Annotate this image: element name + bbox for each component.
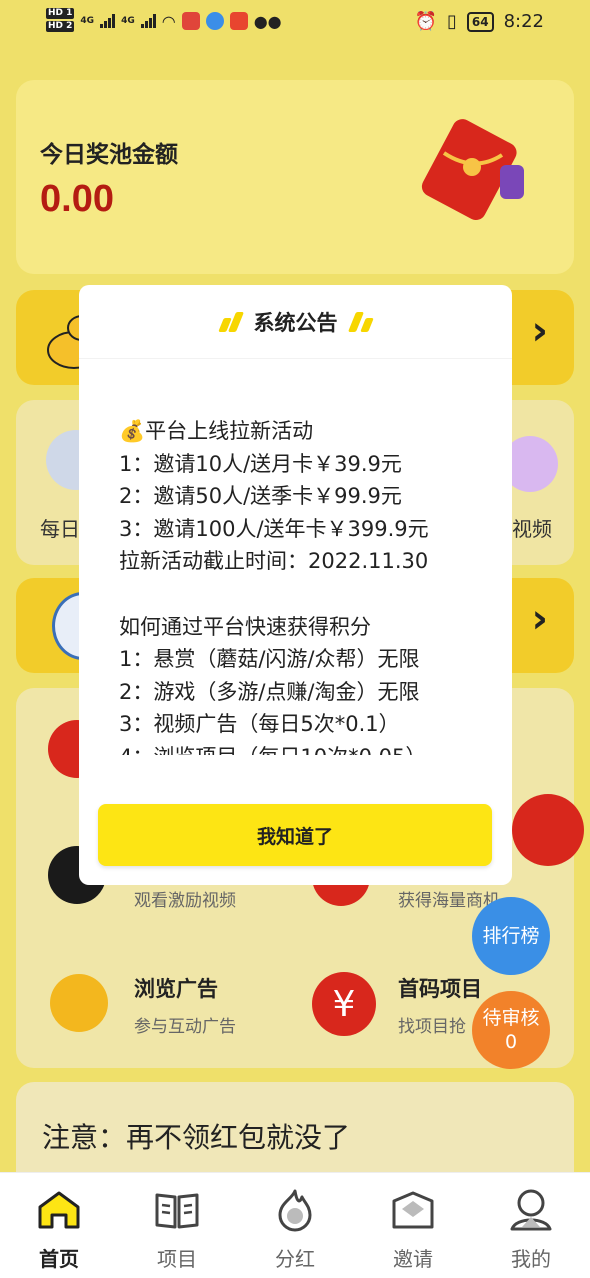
notice-card: 注意：再不领红包就没了 (16, 1082, 574, 1182)
battery-icon: 64 (466, 11, 494, 32)
announcement-line: 1：悬赏（蘑菇/闪游/众帮）无限 (119, 647, 420, 671)
task-sub-first-project: 找项目抢 (398, 1017, 466, 1037)
envelope-icon (392, 1191, 434, 1229)
tab-home-label: 首页 (39, 1247, 79, 1271)
system-announcement-modal: 系统公告 💰平台上线拉新活动 1：邀请10人/送月卡￥39.9元 2：邀请50人… (79, 285, 512, 885)
tab-home[interactable]: 首页 (0, 1173, 118, 1278)
confirm-button[interactable]: 我知道了 (98, 804, 492, 866)
pending-review-button[interactable]: 待审核 0 (472, 991, 550, 1069)
wifi-icon: ◠ (161, 11, 176, 31)
signal-icon-2 (140, 14, 156, 28)
pending-label: 待审核 (482, 1007, 540, 1029)
user-icon (510, 1189, 552, 1231)
announcement-line: 1：邀请10人/送月卡￥39.9元 (119, 451, 402, 476)
announcement-blank-line (119, 578, 489, 611)
task-sub-browse-ads: 参与互动广告 (134, 1017, 236, 1037)
flame-icon (278, 1189, 312, 1232)
announcement-line: 4：浏览项目（每日10次*0.05） (119, 741, 489, 756)
tab-dividend[interactable]: 分红 (236, 1173, 354, 1278)
pool-title: 今日奖池金额 (40, 142, 178, 168)
pending-count: 0 (504, 1031, 518, 1053)
vibrate-icon: ▯ (446, 11, 457, 32)
tab-mine[interactable]: 我的 (472, 1173, 590, 1278)
ranking-button[interactable]: 排行榜 (472, 897, 550, 975)
announcement-line: 拉新活动截止时间：2022.11.30 (119, 549, 429, 573)
announcement-body[interactable]: 💰平台上线拉新活动 1：邀请10人/送月卡￥39.9元 2：邀请50人/送季卡￥… (119, 415, 489, 755)
tab-mine-label: 我的 (511, 1247, 551, 1271)
grid-label-daily[interactable]: 每日 (40, 513, 80, 542)
bottom-tab-bar: 首页 项目 分红 邀请 我的 (0, 1172, 590, 1278)
network-label-1: 4G (80, 16, 95, 26)
chevron-right-icon: › (531, 308, 548, 354)
coins-stack-icon[interactable] (50, 974, 108, 1032)
tab-invite-label: 邀请 (393, 1247, 433, 1271)
announcement-line: 如何通过平台快速获得积分 (119, 614, 371, 639)
vip-icon[interactable] (512, 794, 584, 866)
hd-indicator: HD 1 HD 2 (46, 8, 75, 32)
signal-icon (100, 14, 116, 28)
tab-invite[interactable]: 邀请 (354, 1173, 472, 1278)
tab-projects-label: 项目 (157, 1247, 197, 1271)
status-bar: HD 1 HD 2 4G 4G ◠ ●● ⏰ ▯ 64 8:22 (0, 0, 590, 48)
red-envelope-illustration (421, 119, 524, 220)
task-sub-watch-video: 观看激励视频 (134, 891, 236, 911)
modal-header: 系统公告 (79, 285, 512, 359)
wechat-icon: ●● (253, 11, 282, 31)
network-label-2: 4G (121, 16, 135, 26)
yuan-icon[interactable]: ¥ (312, 972, 376, 1036)
notice-text: 注意：再不领红包就没了 (42, 1121, 351, 1154)
app-notification-icon (181, 12, 200, 30)
grid-label-video[interactable]: 视频 (512, 513, 552, 542)
announcement-line: 3：邀请100人/送年卡￥399.9元 (119, 516, 429, 541)
announcement-line: 3：视频广告（每日5次*0.1） (119, 712, 400, 736)
alarm-icon: ⏰ (414, 11, 437, 32)
book-icon (155, 1193, 199, 1229)
prize-pool-card: 今日奖池金额 0.00 (16, 80, 574, 274)
tab-projects[interactable]: 项目 (118, 1173, 236, 1278)
chevron-right-icon: › (531, 596, 548, 642)
clock: 8:22 (503, 11, 544, 32)
tab-dividend-label: 分红 (275, 1247, 315, 1271)
title-decoration-right-icon (347, 311, 374, 332)
home-icon (38, 1191, 80, 1229)
browser-notification-icon (205, 12, 224, 30)
task-title-browse-ads[interactable]: 浏览广告 (134, 973, 218, 1003)
task-title-first-project[interactable]: 首码项目 (398, 973, 482, 1003)
redpacket-notification-icon (229, 12, 248, 30)
pool-amount: 0.00 (40, 178, 114, 220)
ranking-label: 排行榜 (482, 925, 540, 947)
announcement-line: 2：邀请50人/送季卡￥99.9元 (119, 484, 402, 508)
announcement-line: 2：游戏（多游/点赚/淘金）无限 (119, 679, 420, 704)
modal-title: 系统公告 (253, 310, 338, 335)
title-decoration-left-icon (217, 311, 244, 332)
announcement-line: 💰平台上线拉新活动 (119, 419, 314, 443)
